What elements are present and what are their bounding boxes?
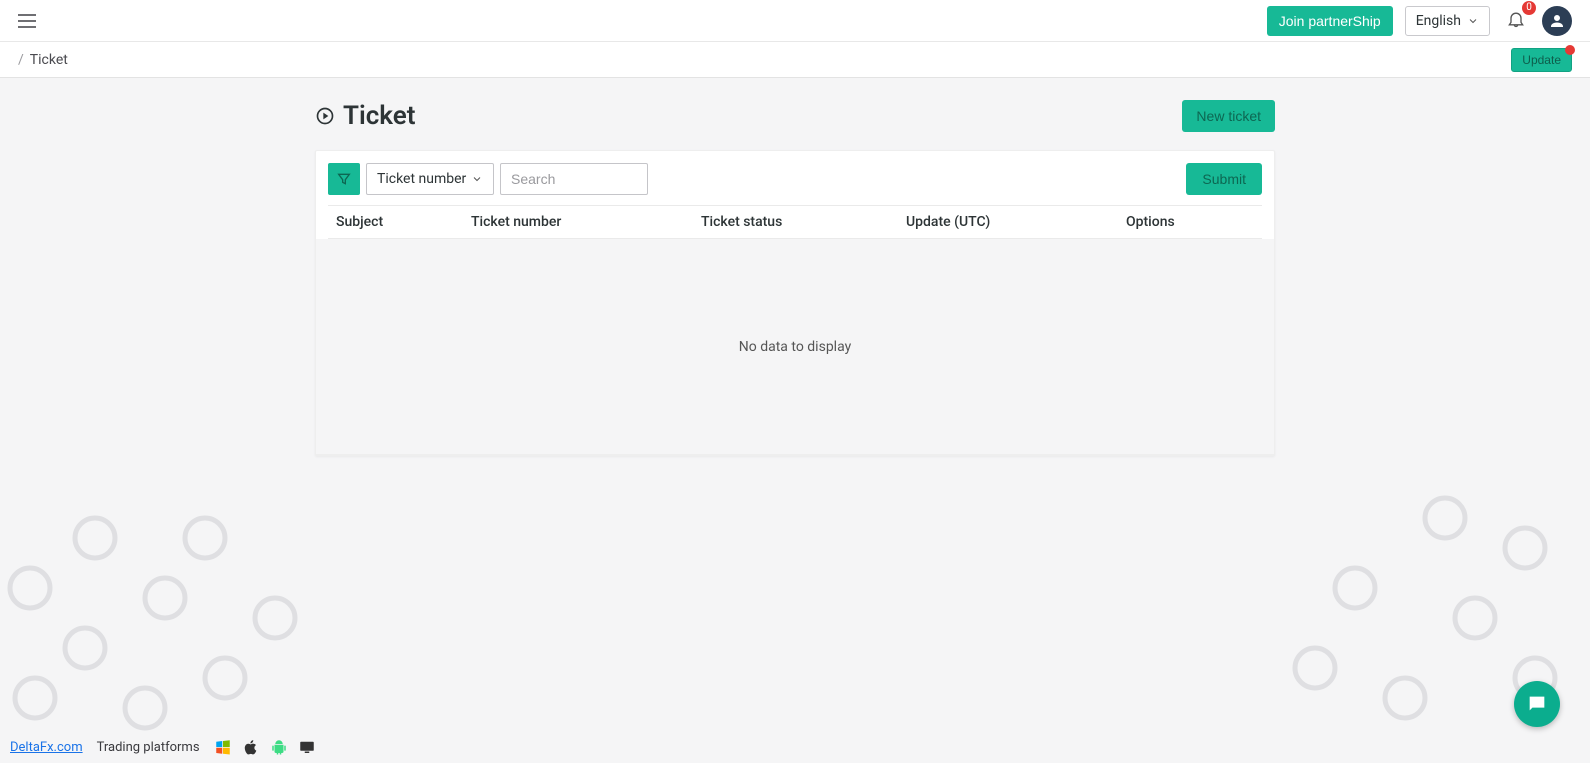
user-icon (1548, 12, 1566, 30)
site-link[interactable]: DeltaFx.com (10, 740, 83, 755)
notifications-button[interactable]: 0 (1502, 9, 1530, 33)
breadcrumb: / Ticket (18, 52, 68, 68)
hamburger-menu-icon[interactable] (18, 14, 36, 28)
submit-button[interactable]: Submit (1186, 163, 1262, 195)
filter-field-dropdown[interactable]: Ticket number (366, 163, 494, 195)
top-header: Join partnerShip English 0 (0, 0, 1590, 42)
column-update-utc: Update (UTC) (898, 206, 1118, 238)
chat-fab[interactable] (1514, 681, 1560, 727)
table-header: Subject Ticket number Ticket status Upda… (328, 205, 1262, 239)
column-subject: Subject (328, 206, 463, 238)
desktop-icon[interactable] (298, 738, 316, 756)
footer-bar: DeltaFx.com Trading platforms (0, 731, 326, 763)
play-circle-icon (315, 106, 335, 126)
chat-icon (1526, 693, 1548, 715)
windows-icon[interactable] (214, 738, 232, 756)
breadcrumb-separator: / (18, 52, 24, 68)
column-options: Options (1118, 206, 1262, 238)
column-ticket-number: Ticket number (463, 206, 693, 238)
filter-field-selected: Ticket number (377, 171, 466, 187)
user-avatar[interactable] (1542, 6, 1572, 36)
background-decoration (0, 463, 1590, 763)
main-content: Ticket New ticket Ticket number Submit S… (0, 78, 1590, 456)
trading-platforms-label: Trading platforms (97, 740, 200, 755)
ticket-card: Ticket number Submit Subject Ticket numb… (315, 150, 1275, 456)
language-select[interactable]: English (1405, 6, 1490, 36)
platform-icons (214, 738, 316, 756)
breadcrumb-current: Ticket (30, 52, 68, 68)
chevron-down-icon (1467, 15, 1479, 27)
sub-header: / Ticket Update (0, 42, 1590, 78)
filter-row: Ticket number Submit (328, 163, 1262, 195)
page-title-text: Ticket (343, 101, 416, 131)
column-ticket-status: Ticket status (693, 206, 898, 238)
filter-icon (336, 171, 352, 187)
notification-count-badge: 0 (1522, 1, 1536, 15)
top-header-right: Join partnerShip English 0 (1267, 6, 1572, 36)
chevron-down-icon (471, 173, 483, 185)
page-title-row: Ticket New ticket (315, 100, 1275, 132)
apple-icon[interactable] (242, 738, 260, 756)
search-input[interactable] (500, 163, 648, 195)
page-title: Ticket (315, 101, 416, 131)
join-partnership-button[interactable]: Join partnerShip (1267, 6, 1393, 36)
new-ticket-button[interactable]: New ticket (1182, 100, 1275, 132)
update-button[interactable]: Update (1511, 48, 1572, 72)
empty-message: No data to display (739, 339, 851, 355)
language-select-label: English (1416, 13, 1461, 29)
table-body-empty: No data to display (316, 239, 1274, 455)
filter-button[interactable] (328, 163, 360, 195)
android-icon[interactable] (270, 738, 288, 756)
